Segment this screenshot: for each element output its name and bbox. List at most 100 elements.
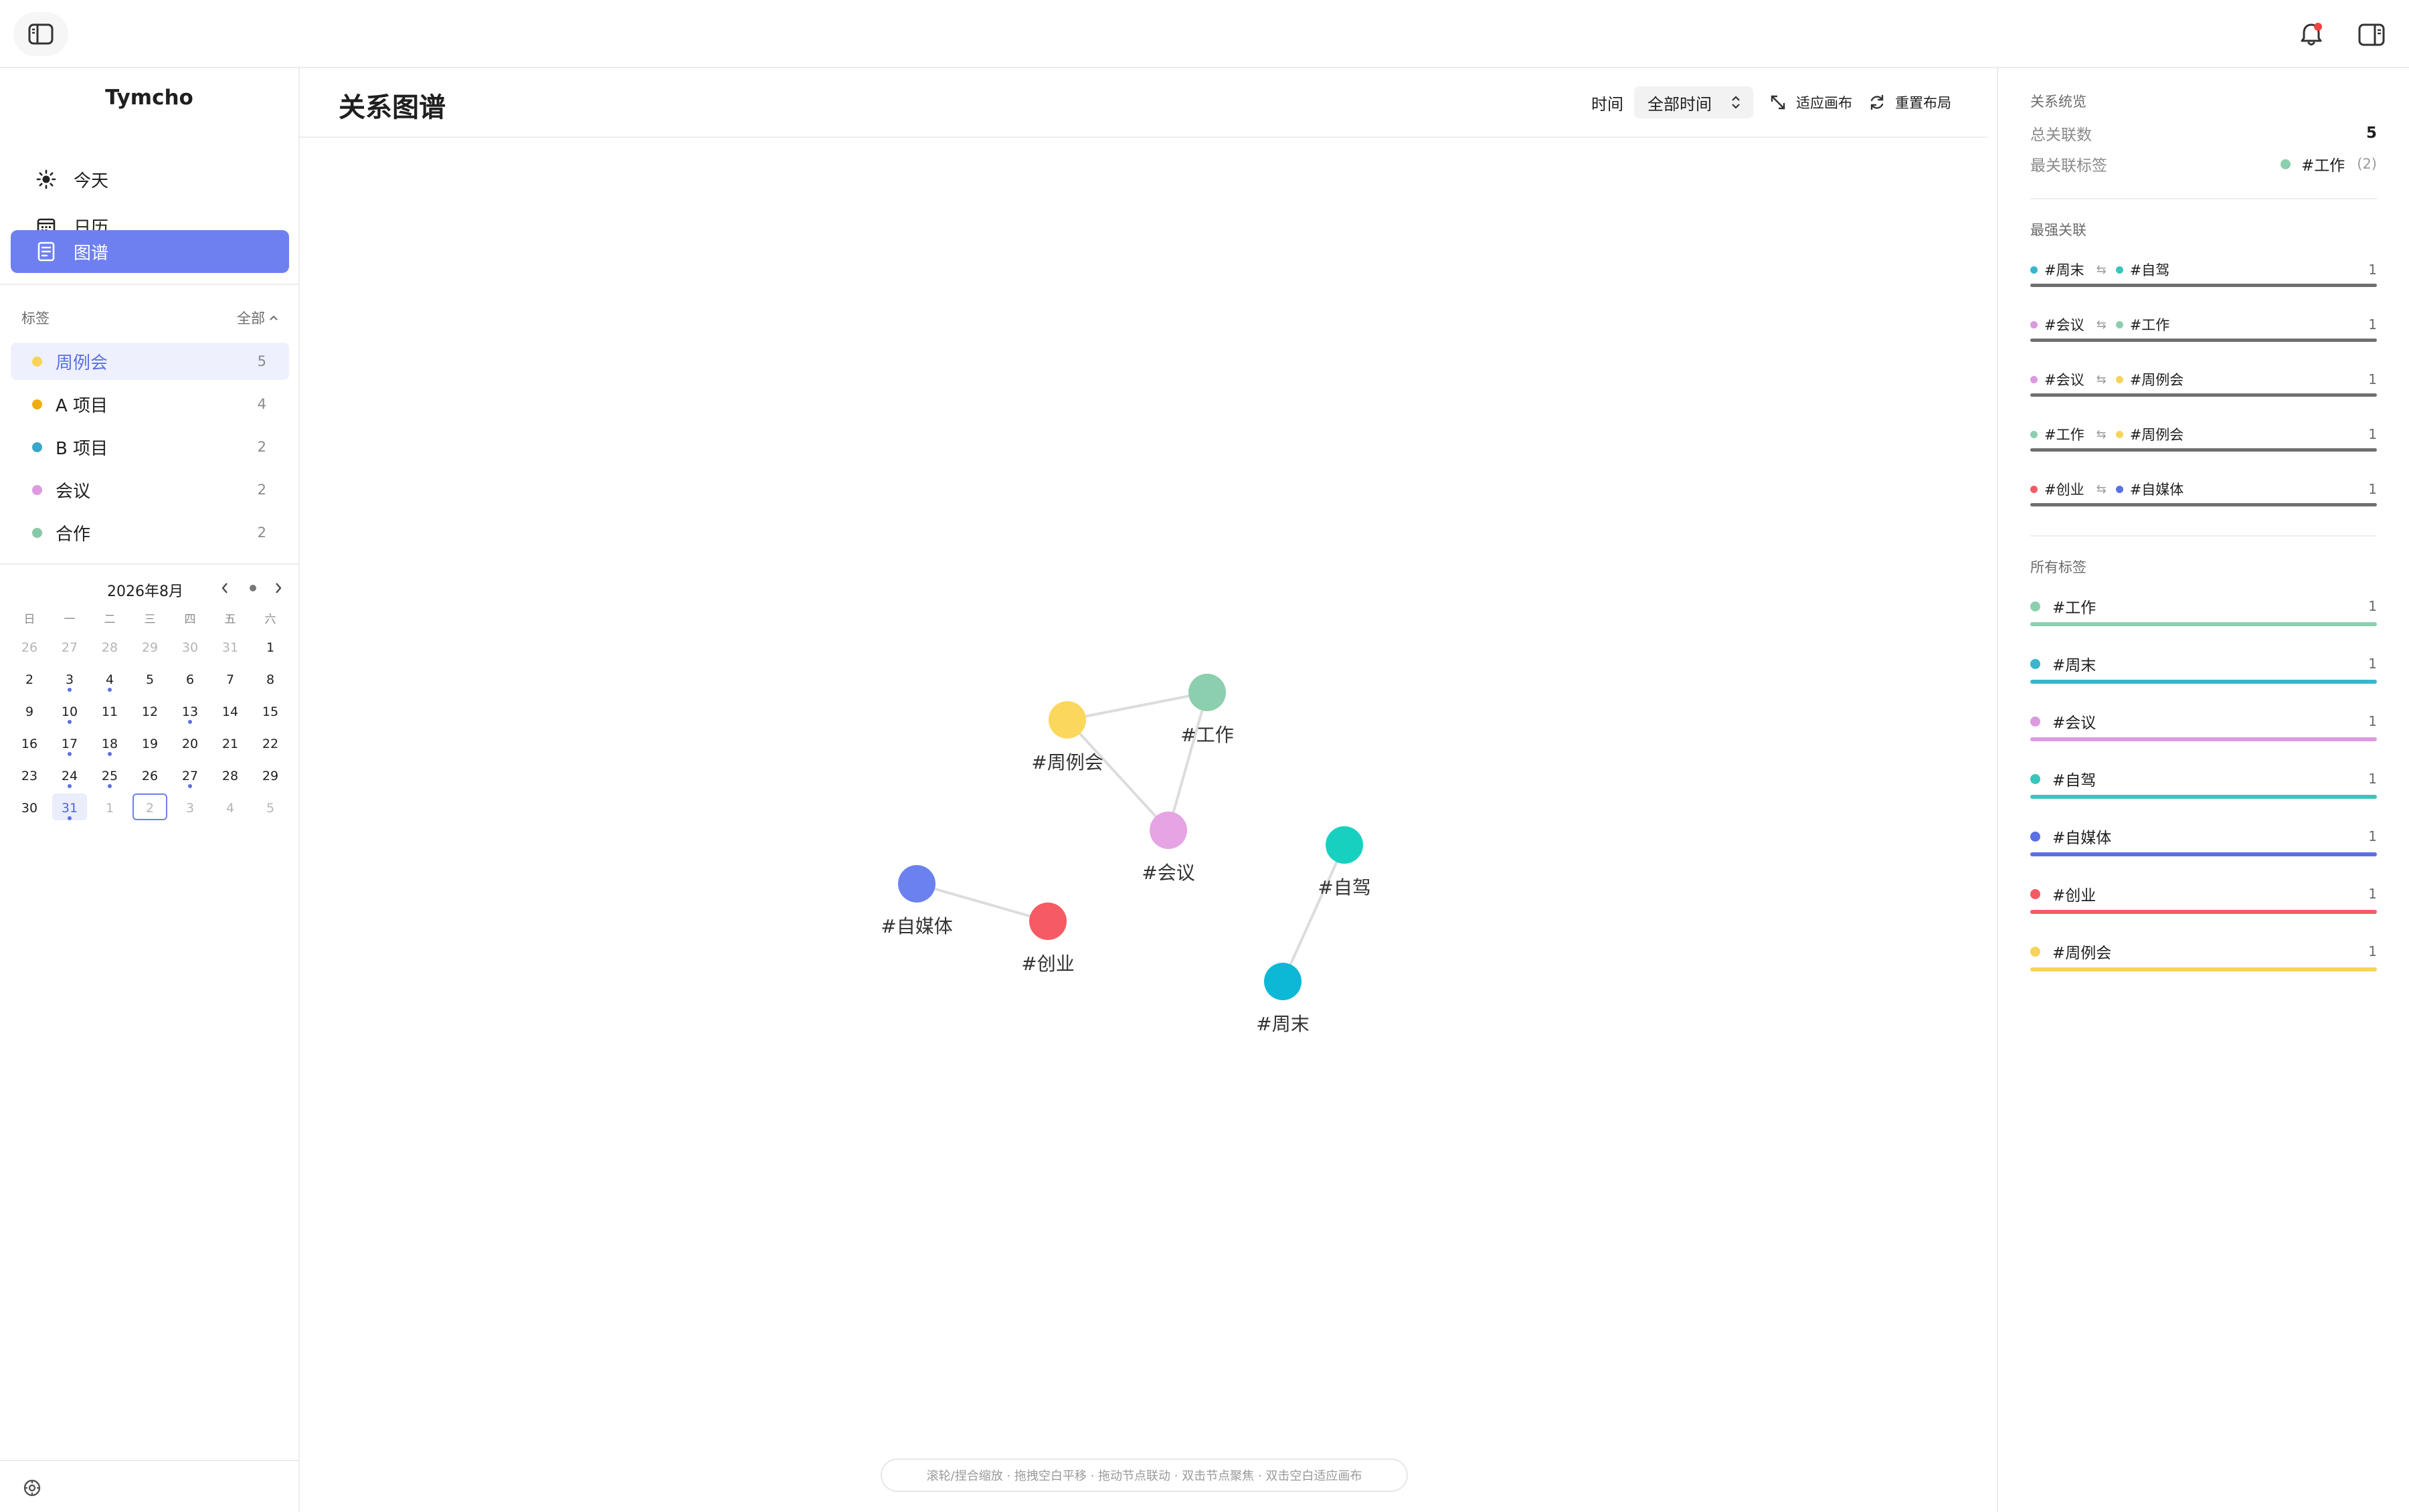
tag-item[interactable]: A 项目 4: [11, 385, 289, 423]
day-number: 27: [181, 769, 199, 783]
strong-link-item[interactable]: #会议 ⇆ #工作 1: [2030, 314, 2377, 342]
calendar-day[interactable]: 8: [250, 664, 290, 696]
graph-node[interactable]: #创业: [1021, 903, 1075, 975]
calendar-day[interactable]: 23: [9, 760, 50, 792]
nav-item-today[interactable]: 今天: [11, 158, 289, 201]
calendar-day[interactable]: 3: [50, 664, 90, 696]
calendar-day[interactable]: 2: [9, 664, 50, 696]
calendar-day[interactable]: 21: [210, 728, 250, 760]
tag-item[interactable]: 会议 2: [11, 471, 289, 508]
calendar-day[interactable]: 3: [170, 792, 210, 824]
strong-link-item[interactable]: #周末 ⇆ #自驾 1: [2030, 260, 2377, 287]
tag-usage-item[interactable]: #自驾 1: [2030, 768, 2377, 799]
calendar-day[interactable]: 26: [130, 760, 170, 792]
relationship-graph-canvas[interactable]: #周例会 #工作 #会议 #自媒体 #创业 #自驾 #周末: [300, 68, 1997, 1512]
tag-item[interactable]: 周例会 5: [11, 343, 289, 380]
calendar-day[interactable]: 20: [170, 728, 210, 760]
calendar-prev-button[interactable]: [215, 578, 234, 598]
calendar-day[interactable]: 29: [250, 760, 290, 792]
graph-node-label: #周末: [1256, 1013, 1309, 1035]
tag-usage-name: #创业: [2052, 887, 2096, 905]
calendar-day[interactable]: 12: [130, 696, 170, 728]
tag-usage-row: #自媒体 1: [2030, 826, 2377, 847]
graph-node-circle[interactable]: [1188, 674, 1226, 711]
calendar-day[interactable]: 28: [210, 760, 250, 792]
calendar-day[interactable]: 30: [9, 792, 50, 824]
day-number: 30: [181, 640, 199, 655]
tag-item[interactable]: B 项目 2: [11, 428, 289, 466]
calendar-day[interactable]: 27: [170, 760, 210, 792]
calendar-day[interactable]: 31: [50, 792, 90, 824]
graph-node-circle[interactable]: [898, 865, 935, 903]
tag-usage-item[interactable]: #创业 1: [2030, 883, 2377, 914]
graph-node[interactable]: #周例会: [1031, 701, 1103, 773]
strong-link-item[interactable]: #创业 ⇆ #自媒体 1: [2030, 479, 2377, 506]
graph-node[interactable]: #会议: [1142, 812, 1195, 884]
top-tag-value[interactable]: #工作 (2): [2280, 153, 2377, 175]
calendar-day[interactable]: 17: [50, 728, 90, 760]
fit-canvas-button[interactable]: 适应画布: [1769, 92, 1852, 112]
graph-node[interactable]: #工作: [1180, 674, 1234, 746]
graph-node[interactable]: #周末: [1256, 963, 1310, 1035]
calendar-day[interactable]: 11: [90, 696, 130, 728]
calendar-day[interactable]: 7: [210, 664, 250, 696]
calendar-day[interactable]: 27: [50, 632, 90, 664]
graph-node-circle[interactable]: [1029, 903, 1067, 940]
graph-node-circle[interactable]: [1326, 826, 1363, 864]
calendar-day[interactable]: 19: [130, 728, 170, 760]
settings-button[interactable]: [20, 1476, 44, 1500]
graph-edge: [1066, 719, 1170, 832]
tag-usage-item[interactable]: #会议 1: [2030, 711, 2377, 741]
notifications-button[interactable]: [2295, 19, 2327, 51]
calendar-day[interactable]: 22: [250, 728, 290, 760]
calendar-day[interactable]: 9: [9, 696, 50, 728]
right-panel-toggle-button[interactable]: [2355, 19, 2388, 51]
calendar-today-button[interactable]: [244, 578, 262, 598]
reset-layout-button[interactable]: 重置布局: [1868, 92, 1951, 112]
calendar-day[interactable]: 10: [50, 696, 90, 728]
calendar-day[interactable]: 15: [250, 696, 290, 728]
calendar-day[interactable]: 26: [9, 632, 50, 664]
calendar-day[interactable]: 14: [210, 696, 250, 728]
calendar-day[interactable]: 31: [210, 632, 250, 664]
graph-node[interactable]: #自驾: [1318, 826, 1371, 899]
strong-link-row: #周末 ⇆ #自驾 1: [2030, 260, 2377, 280]
day-number: 31: [221, 640, 239, 655]
graph-node[interactable]: #自媒体: [881, 865, 953, 937]
calendar-day[interactable]: 5: [130, 664, 170, 696]
calendar-day[interactable]: 4: [210, 792, 250, 824]
calendar-day[interactable]: 5: [250, 792, 290, 824]
time-range-select[interactable]: 全部时间: [1634, 86, 1753, 118]
calendar-day[interactable]: 25: [90, 760, 130, 792]
calendar-day[interactable]: 30: [170, 632, 210, 664]
nav-item-graph[interactable]: 图谱: [11, 230, 289, 273]
calendar-day[interactable]: 13: [170, 696, 210, 728]
calendar-day[interactable]: 4: [90, 664, 130, 696]
tag-usage-item[interactable]: #工作 1: [2030, 595, 2377, 626]
bell-icon: [2301, 23, 2322, 45]
calendar-day[interactable]: 29: [130, 632, 170, 664]
calendar-day[interactable]: 1: [250, 632, 290, 664]
calendar-day[interactable]: 28: [90, 632, 130, 664]
tag-usage-item[interactable]: #周末 1: [2030, 653, 2377, 684]
calendar-day[interactable]: 24: [50, 760, 90, 792]
calendar-day[interactable]: 2: [130, 792, 170, 824]
calendar-day[interactable]: 18: [90, 728, 130, 760]
graph-node-circle[interactable]: [1264, 963, 1302, 1000]
tag-name: 会议: [56, 481, 91, 502]
calendar-day[interactable]: 16: [9, 728, 50, 760]
tags-collapse-toggle[interactable]: 全部: [237, 308, 278, 328]
calendar-next-button[interactable]: [269, 578, 288, 598]
tag-color-dot: [2030, 831, 2040, 842]
strong-link-item[interactable]: #会议 ⇆ #周例会 1: [2030, 369, 2377, 397]
tag-name: 周例会: [56, 353, 108, 373]
graph-node-circle[interactable]: [1049, 701, 1086, 739]
calendar-day[interactable]: 1: [90, 792, 130, 824]
tag-usage-item[interactable]: #周例会 1: [2030, 941, 2377, 971]
tag-item[interactable]: 合作 2: [11, 514, 289, 551]
strong-link-item[interactable]: #工作 ⇆ #周例会 1: [2030, 424, 2377, 452]
tag-usage-item[interactable]: #自媒体 1: [2030, 826, 2377, 856]
calendar-day[interactable]: 6: [170, 664, 210, 696]
sidebar-toggle-button[interactable]: [13, 12, 68, 56]
graph-node-circle[interactable]: [1150, 812, 1187, 849]
